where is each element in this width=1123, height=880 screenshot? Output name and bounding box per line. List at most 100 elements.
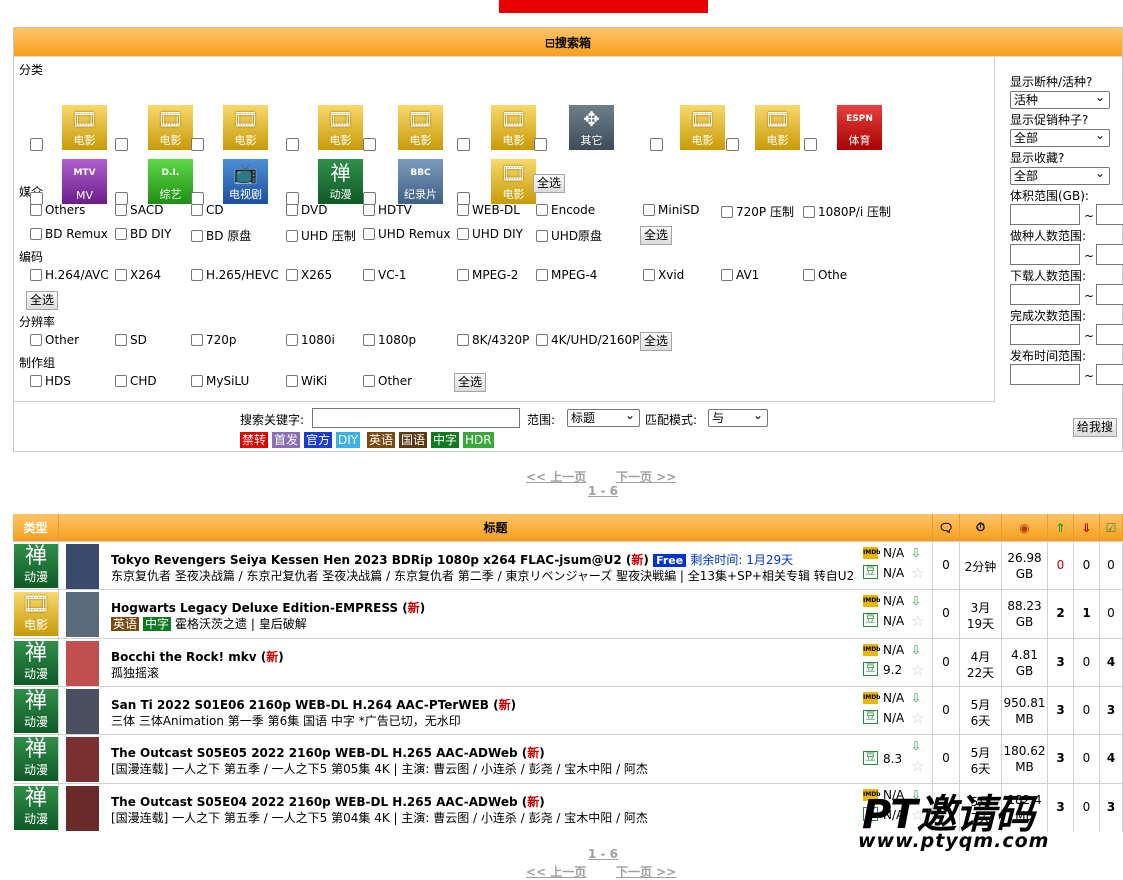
torrent-title[interactable]: Tokyo Revengers Seiya Kessen Hen 2023 BD… xyxy=(111,551,793,568)
group-option[interactable]: CHD xyxy=(115,374,157,388)
comments-icon[interactable]: 🗨 xyxy=(933,514,960,541)
header-title[interactable]: 标题 xyxy=(59,514,933,541)
time-min-input[interactable] xyxy=(1010,364,1080,385)
completed-min-input[interactable] xyxy=(1010,324,1080,345)
media-option[interactable]: BD 原盘 xyxy=(191,227,251,244)
category-checkbox[interactable] xyxy=(191,138,204,151)
prev-page-link-bottom[interactable]: << 上一页 xyxy=(526,863,586,880)
checkbox[interactable] xyxy=(115,204,127,216)
download-icon[interactable]: ⇩ xyxy=(911,546,921,560)
checkbox[interactable] xyxy=(30,334,42,346)
checkbox[interactable] xyxy=(30,204,42,216)
select-all-codec-button[interactable]: 全选 xyxy=(26,291,59,310)
category-checkbox[interactable] xyxy=(650,138,663,151)
table-row[interactable]: 禅动漫 Bocchi the Rock! mkv (新) 孤独摇滚 IMDb N/A 豆 9… xyxy=(13,637,1123,687)
category-icon-doc[interactable]: BBC 纪录片 xyxy=(398,159,443,204)
checkbox[interactable] xyxy=(191,230,203,242)
completed-icon[interactable]: ☑ xyxy=(1100,514,1123,541)
completed-count[interactable]: 4 xyxy=(1100,655,1122,669)
completed-count[interactable]: 0 xyxy=(1100,558,1122,572)
top-banner[interactable] xyxy=(499,0,708,13)
checkbox[interactable] xyxy=(191,269,203,281)
completed-max-input[interactable] xyxy=(1096,324,1123,345)
checkbox[interactable] xyxy=(115,334,127,346)
tag-filter[interactable]: 官方 xyxy=(304,432,333,448)
tag-filter[interactable]: 中字 xyxy=(431,432,460,448)
download-icon[interactable]: ⇩ xyxy=(911,691,921,705)
seeders-count[interactable]: 0 xyxy=(1048,558,1073,572)
category-checkbox[interactable] xyxy=(534,138,547,151)
checkbox[interactable] xyxy=(115,375,127,387)
tag-filter[interactable]: 禁转 xyxy=(240,432,269,448)
codec-option[interactable]: AV1 xyxy=(721,268,759,282)
checkbox[interactable] xyxy=(286,334,298,346)
leechers-min-input[interactable] xyxy=(1010,284,1080,305)
select-all-group-button[interactable]: 全选 xyxy=(454,373,487,392)
bookmark-star-icon[interactable]: ☆ xyxy=(911,759,924,774)
size-min-input[interactable] xyxy=(1010,204,1080,225)
bookmark-star-icon[interactable]: ☆ xyxy=(911,566,924,581)
codec-option[interactable]: X265 xyxy=(286,268,332,282)
seeders-icon[interactable]: ⇑ xyxy=(1048,514,1074,541)
clock-icon[interactable]: ⏱ xyxy=(960,514,1002,541)
download-icon[interactable]: ⇩ xyxy=(911,643,921,657)
group-option[interactable]: Other xyxy=(363,374,412,388)
type-icon-anime[interactable]: 禅动漫 xyxy=(14,688,58,733)
torrent-title-text[interactable]: Bocchi the Rock! mkv xyxy=(111,650,257,664)
category-icon-movie[interactable]: 🎞 电影 xyxy=(491,105,536,150)
media-option[interactable]: SACD xyxy=(115,203,163,217)
tag-filter[interactable]: DIY xyxy=(336,432,361,448)
tag-filter[interactable]: 国语 xyxy=(399,432,428,448)
seeders-count[interactable]: 3 xyxy=(1048,751,1073,765)
seeders-min-input[interactable] xyxy=(1010,244,1080,265)
type-icon-movie[interactable]: 🎞 电影 xyxy=(14,592,58,637)
media-option[interactable]: Encode xyxy=(536,203,595,217)
media-option[interactable]: 1080P/i 压制 xyxy=(803,203,891,220)
category-icon-movie[interactable]: 🎞 电影 xyxy=(680,105,725,150)
seeders-count[interactable]: 3 xyxy=(1048,800,1073,814)
group-option[interactable]: MySiLU xyxy=(191,374,249,388)
torrent-title-text[interactable]: Tokyo Revengers Seiya Kessen Hen 2023 BD… xyxy=(111,553,622,567)
category-icon-anime[interactable]: 禅动漫 xyxy=(318,159,363,204)
completed-count[interactable]: 3 xyxy=(1100,703,1122,717)
media-option[interactable]: CD xyxy=(191,203,224,217)
resolution-option[interactable]: 720p xyxy=(191,333,237,347)
category-icon-movie[interactable]: 🎞 电影 xyxy=(755,105,800,150)
checkbox[interactable] xyxy=(536,334,548,346)
leechers-count[interactable]: 0 xyxy=(1074,655,1099,669)
header-type[interactable]: 类型 xyxy=(13,514,59,541)
table-row[interactable]: 禅动漫 San Ti 2022 S01E06 2160p WEB-DL H.264… xyxy=(13,685,1123,735)
size-max-input[interactable] xyxy=(1096,204,1123,225)
checkbox[interactable] xyxy=(721,269,733,281)
prev-page-link-top[interactable]: << 上一页 xyxy=(526,468,586,485)
category-icon-movie[interactable]: 🎞 电影 xyxy=(148,105,193,150)
scope-select[interactable]: 标题 xyxy=(567,407,640,427)
checkbox[interactable] xyxy=(286,375,298,387)
codec-option[interactable]: H.265/HEVC xyxy=(191,268,279,282)
codec-option[interactable]: VC-1 xyxy=(363,268,407,282)
completed-count[interactable]: 0 xyxy=(1100,606,1122,620)
leechers-max-input[interactable] xyxy=(1096,284,1123,305)
category-checkbox[interactable] xyxy=(363,138,376,151)
codec-option[interactable]: H.264/AVC xyxy=(30,268,109,282)
torrent-title[interactable]: San Ti 2022 S01E06 2160p WEB-DL H.264 AA… xyxy=(111,696,516,713)
checkbox[interactable] xyxy=(803,206,815,218)
seeders-count[interactable]: 3 xyxy=(1048,655,1073,669)
type-icon-anime[interactable]: 禅动漫 xyxy=(14,544,58,588)
media-option[interactable]: 720P 压制 xyxy=(721,203,794,220)
torrent-title[interactable]: Bocchi the Rock! mkv (新) xyxy=(111,648,284,665)
resolution-option[interactable]: Other xyxy=(30,333,79,347)
media-option[interactable]: Others xyxy=(30,203,85,217)
poster-thumbnail[interactable] xyxy=(66,592,99,638)
category-icon-movie[interactable]: 🎞 电影 xyxy=(398,105,443,150)
category-icon-movie[interactable]: 🎞 电影 xyxy=(491,159,536,204)
checkbox[interactable] xyxy=(30,228,42,240)
group-option[interactable]: HDS xyxy=(30,374,71,388)
select-all-media-button[interactable]: 全选 xyxy=(640,226,673,245)
type-icon-anime[interactable]: 禅动漫 xyxy=(14,640,58,685)
fav-select[interactable]: 全部 xyxy=(1010,165,1110,185)
checkbox[interactable] xyxy=(457,204,469,216)
next-page-link-top[interactable]: 下一页 >> xyxy=(616,468,676,485)
checkbox[interactable] xyxy=(457,334,469,346)
bookmark-star-icon[interactable]: ☆ xyxy=(911,710,924,726)
